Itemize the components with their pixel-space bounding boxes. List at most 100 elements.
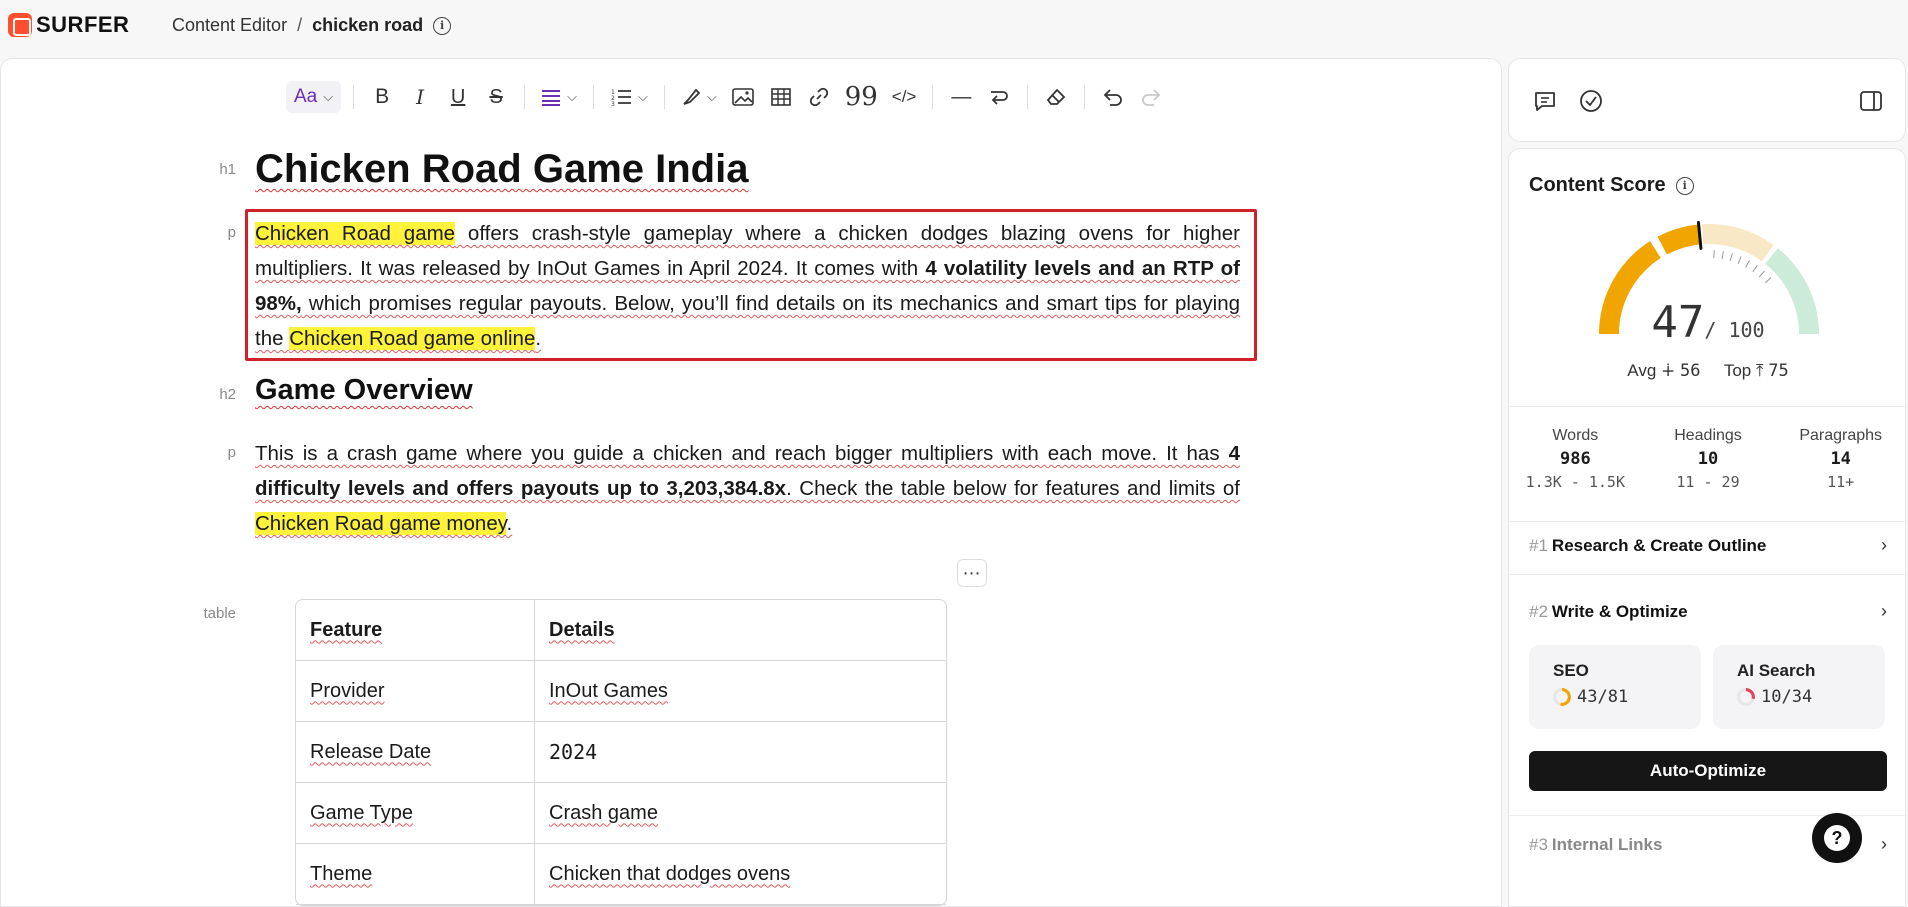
- top-bar: SURFER Content Editor / chicken road i: [0, 0, 1908, 52]
- stat-words[interactable]: Words 986 1.3K - 1.5K: [1509, 427, 1642, 491]
- step-research-outline[interactable]: #1 Research & Create Outline ›: [1529, 535, 1887, 556]
- block-more-button[interactable]: ⋯: [957, 559, 987, 587]
- table-cell[interactable]: Chicken that dodges ovens: [535, 844, 946, 905]
- article-title[interactable]: Chicken Road Game India: [255, 147, 1240, 192]
- avg-icon: ∔: [1661, 361, 1676, 380]
- bold-button[interactable]: B: [366, 81, 398, 113]
- avg-value: 56: [1680, 361, 1701, 381]
- underline-icon: U: [450, 85, 466, 108]
- table-cell[interactable]: Provider: [296, 661, 535, 722]
- chevron-down-icon: ⌵: [706, 89, 717, 104]
- avg-top-scores: Avg ∔ 56 Top ⤒ 75: [1509, 361, 1905, 381]
- keyword-highlight: Chicken Road game online: [289, 327, 536, 350]
- stat-headings[interactable]: Headings 10 11 - 29: [1642, 427, 1775, 491]
- strikethrough-icon: S: [489, 85, 503, 108]
- toggle-panel-button[interactable]: [1857, 87, 1885, 115]
- chevron-right-icon: ›: [1881, 535, 1887, 555]
- table-header-cell[interactable]: Details: [535, 600, 946, 661]
- highlight-icon: [683, 88, 701, 105]
- seo-label: SEO: [1553, 661, 1589, 680]
- ai-search-score-card[interactable]: AI Search 10/34: [1713, 645, 1885, 729]
- image-button[interactable]: [727, 81, 759, 113]
- sidebar-toggle-icon: [1860, 91, 1882, 111]
- info-icon[interactable]: i: [433, 16, 452, 35]
- features-table[interactable]: Feature Details Provider InOut Games Rel…: [295, 599, 947, 906]
- underline-button[interactable]: U: [442, 81, 474, 113]
- table-cell[interactable]: 2024: [535, 722, 946, 783]
- gauge-tick: [1764, 277, 1772, 284]
- score-value: 47: [1651, 297, 1705, 348]
- stat-value: 14: [1830, 449, 1851, 469]
- paragraph-block-2[interactable]: This is a crash game where you guide a c…: [255, 436, 1240, 541]
- strikethrough-button[interactable]: S: [480, 81, 512, 113]
- overview-paragraph[interactable]: This is a crash game where you guide a c…: [255, 436, 1240, 541]
- help-button[interactable]: ?: [1812, 813, 1862, 863]
- table-cell[interactable]: Game Type: [296, 783, 535, 844]
- italic-button[interactable]: I: [404, 81, 436, 113]
- help-icon: ?: [1824, 825, 1850, 851]
- link-icon: [809, 87, 828, 107]
- undo-button[interactable]: [1097, 81, 1129, 113]
- table-cell[interactable]: Release Date: [296, 722, 535, 783]
- top-icon: ⤒: [1755, 361, 1764, 380]
- toolbar-divider: [932, 85, 934, 109]
- comment-icon: [1535, 92, 1555, 111]
- stat-value: 10: [1697, 449, 1719, 469]
- breadcrumb-section[interactable]: Content Editor: [172, 15, 287, 36]
- paragraph-block-1[interactable]: Chicken Road game offers crash-style gam…: [255, 216, 1240, 356]
- h2-block[interactable]: Game Overview: [255, 374, 1240, 407]
- toolbar-divider: [663, 85, 665, 109]
- table-header-cell[interactable]: Feature: [296, 600, 535, 661]
- table-cell[interactable]: Crash game: [535, 783, 946, 844]
- stat-paragraphs[interactable]: Paragraphs 14 11+: [1774, 427, 1905, 491]
- list-dropdown[interactable]: 123 ⌵: [606, 81, 652, 113]
- info-icon[interactable]: i: [1675, 176, 1694, 195]
- line-break-button[interactable]: [983, 81, 1015, 113]
- redo-icon: [1142, 89, 1161, 106]
- table-cell[interactable]: Theme: [296, 844, 535, 905]
- step-number: #3: [1529, 834, 1548, 854]
- seo-score-card[interactable]: SEO 43/81: [1529, 645, 1701, 729]
- table-button[interactable]: [765, 81, 797, 113]
- redo-button[interactable]: [1135, 81, 1167, 113]
- wrap-icon: [991, 91, 1009, 105]
- highlight-dropdown[interactable]: ⌵: [677, 81, 721, 113]
- comments-button[interactable]: [1531, 87, 1559, 115]
- breadcrumb-document[interactable]: chicken road: [312, 15, 423, 36]
- quote-icon: 99: [844, 82, 878, 112]
- keyword-highlight: Chicken Road game: [255, 222, 456, 245]
- table-cell[interactable]: InOut Games: [535, 661, 946, 722]
- ai-search-label: AI Search: [1737, 661, 1816, 680]
- step-number: #1: [1529, 535, 1548, 555]
- score-max: / 100: [1704, 318, 1765, 342]
- h1-block[interactable]: Chicken Road Game India: [255, 147, 1240, 192]
- code-button[interactable]: </>: [888, 81, 921, 113]
- gauge-tick: [1745, 260, 1750, 268]
- text-style-dropdown[interactable]: Aa ⌵: [286, 81, 342, 113]
- text-run: . Check the table below for features and…: [786, 477, 1240, 500]
- seo-progress-ring: [1553, 688, 1571, 706]
- text-style-label: Aa: [294, 86, 318, 107]
- clear-format-button[interactable]: [1040, 81, 1072, 113]
- auto-optimize-button[interactable]: Auto-Optimize: [1529, 751, 1887, 791]
- link-button[interactable]: [803, 81, 835, 113]
- quote-button[interactable]: 99: [841, 81, 882, 113]
- section-heading[interactable]: Game Overview: [255, 374, 1240, 407]
- align-icon: [542, 90, 561, 106]
- toolbar-divider: [353, 85, 355, 109]
- chevron-down-icon: ⌵: [323, 89, 334, 104]
- block-label-p: p: [227, 444, 236, 461]
- checklist-button[interactable]: [1577, 87, 1605, 115]
- gauge-tick: [1713, 250, 1715, 259]
- gauge-tick: [1752, 264, 1758, 273]
- table-icon: [770, 88, 791, 106]
- check-circle-icon: [1580, 90, 1602, 112]
- horizontal-rule-button[interactable]: —: [945, 81, 977, 113]
- intro-paragraph[interactable]: Chicken Road game offers crash-style gam…: [255, 216, 1240, 356]
- ai-search-value: 10/34: [1761, 687, 1813, 707]
- top-value: 75: [1768, 361, 1789, 381]
- divider: [1509, 574, 1905, 575]
- align-dropdown[interactable]: ⌵: [537, 81, 581, 113]
- surfer-logo[interactable]: SURFER: [8, 12, 129, 38]
- step-write-optimize[interactable]: #2 Write & Optimize ›: [1529, 601, 1887, 622]
